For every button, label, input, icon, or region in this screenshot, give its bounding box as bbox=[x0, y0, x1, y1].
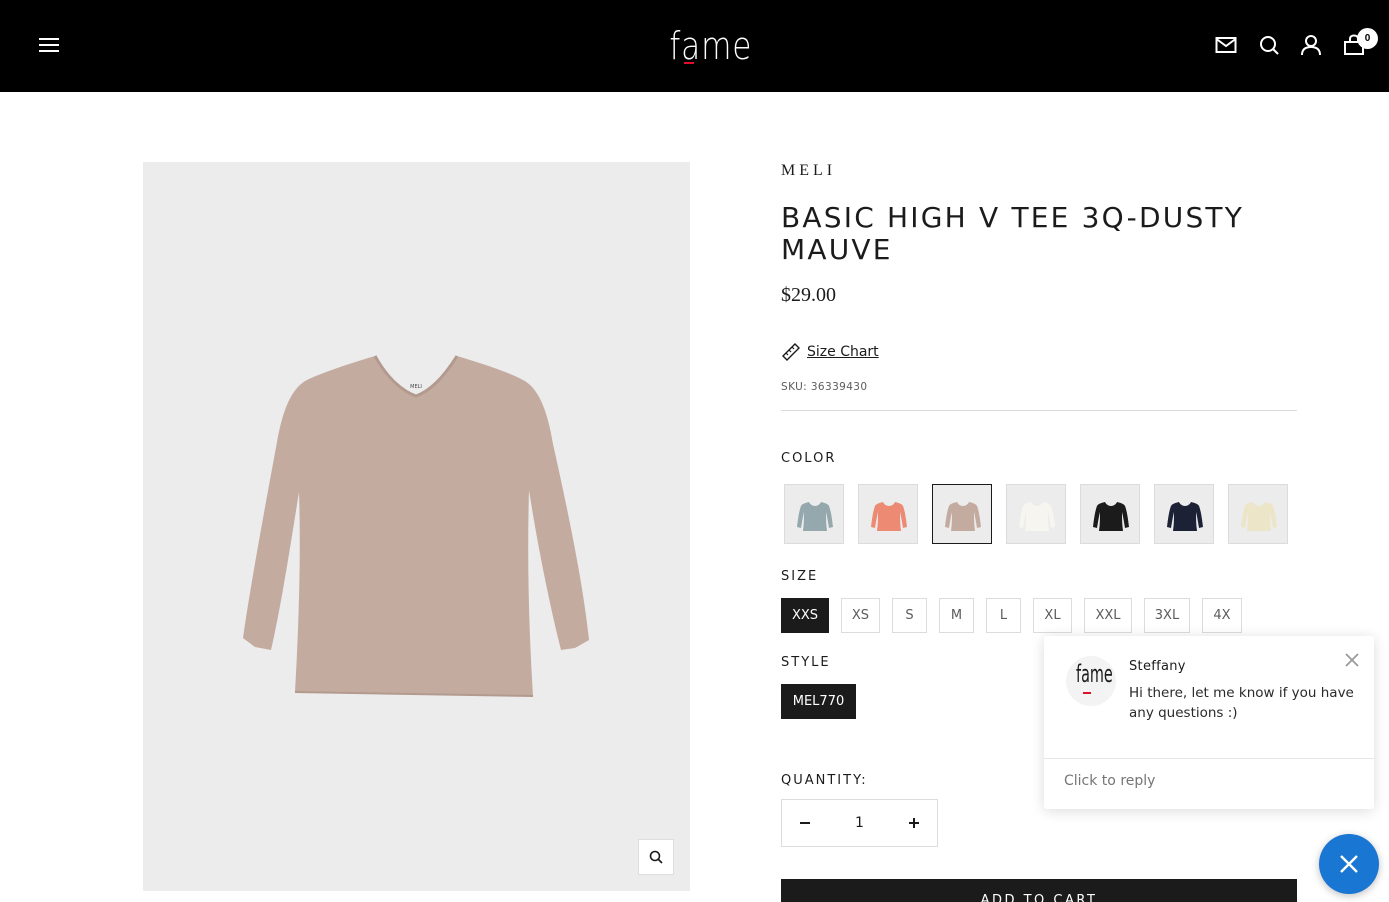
close-icon bbox=[1345, 653, 1359, 667]
size-option-3xl[interactable]: 3XL bbox=[1144, 598, 1190, 633]
chat-reply-input[interactable] bbox=[1064, 773, 1354, 789]
agent-avatar: fame bbox=[1066, 656, 1116, 706]
zoom-button[interactable] bbox=[638, 839, 674, 875]
menu-icon[interactable] bbox=[39, 38, 59, 53]
chat-divider bbox=[1044, 758, 1374, 759]
zoom-icon bbox=[649, 850, 663, 864]
style-label: STYLE bbox=[781, 655, 831, 670]
quantity-increase-button[interactable] bbox=[891, 800, 937, 846]
product-sku: SKU: 36339430 bbox=[781, 381, 868, 393]
chat-popup: fame Steffany Hi there, let me know if y… bbox=[1044, 636, 1374, 809]
chat-close-button[interactable] bbox=[1342, 650, 1362, 670]
close-icon bbox=[1340, 855, 1358, 873]
site-logo[interactable]: fame bbox=[662, 24, 753, 68]
swatch-tshirt bbox=[1167, 502, 1203, 531]
quantity-decrease-button[interactable] bbox=[782, 800, 828, 846]
style-option-button[interactable]: MEL770 bbox=[781, 684, 856, 719]
account-icon[interactable] bbox=[1300, 34, 1322, 56]
garment-tag: MELI bbox=[410, 384, 422, 390]
swatch-tshirt bbox=[945, 502, 981, 531]
swatch-tshirt bbox=[797, 502, 833, 531]
product-vendor[interactable]: MELI bbox=[781, 162, 836, 180]
agent-name: Steffany bbox=[1129, 659, 1186, 674]
plus-icon bbox=[909, 818, 919, 828]
color-swatch-white[interactable] bbox=[1006, 484, 1066, 544]
search-icon[interactable] bbox=[1258, 34, 1280, 56]
site-header: fame 0 bbox=[0, 0, 1389, 92]
avatar-logo-accent bbox=[1083, 692, 1091, 694]
color-swatch-black[interactable] bbox=[1080, 484, 1140, 544]
size-label: SIZE bbox=[781, 569, 819, 584]
add-to-cart-button[interactable]: ADD TO CART bbox=[781, 879, 1297, 902]
product-price: $29.00 bbox=[781, 284, 836, 306]
color-swatch-dusty-mauve[interactable] bbox=[932, 484, 992, 544]
product-title: BASIC HIGH V TEE 3Q-DUSTY MAUVE bbox=[781, 201, 1245, 266]
minus-icon bbox=[800, 822, 810, 824]
color-swatch-cream[interactable] bbox=[1228, 484, 1288, 544]
size-chart-link[interactable]: Size Chart bbox=[781, 341, 879, 363]
product-photo-tshirt: MELI bbox=[243, 355, 589, 697]
ruler-icon bbox=[782, 343, 800, 361]
size-option-m[interactable]: M bbox=[939, 598, 974, 633]
chat-toggle-button[interactable] bbox=[1319, 834, 1379, 894]
size-option-xxs[interactable]: XXS bbox=[781, 598, 829, 633]
product-image[interactable]: MELI bbox=[143, 162, 690, 891]
quantity-stepper: 1 bbox=[781, 799, 938, 847]
quantity-input[interactable]: 1 bbox=[828, 800, 891, 846]
mail-icon[interactable] bbox=[1215, 34, 1237, 56]
color-swatch-blue-grey[interactable] bbox=[784, 484, 844, 544]
avatar-logo-text: fame bbox=[1076, 660, 1113, 688]
swatch-tshirt bbox=[871, 502, 907, 531]
size-option-4x[interactable]: 4X bbox=[1202, 598, 1242, 633]
color-swatch-navy[interactable] bbox=[1154, 484, 1214, 544]
size-option-s[interactable]: S bbox=[892, 598, 927, 633]
color-label: COLOR bbox=[781, 451, 837, 466]
divider bbox=[781, 410, 1297, 411]
size-option-xs[interactable]: XS bbox=[841, 598, 880, 633]
logo-text: fame bbox=[669, 24, 753, 68]
size-option-xl[interactable]: XL bbox=[1033, 598, 1072, 633]
size-option-l[interactable]: L bbox=[986, 598, 1021, 633]
swatch-tshirt bbox=[1093, 502, 1129, 531]
size-chart-label[interactable]: Size Chart bbox=[807, 344, 879, 360]
size-option-xxl[interactable]: XXL bbox=[1084, 598, 1132, 633]
logo-accent bbox=[684, 62, 694, 64]
cart-count-badge: 0 bbox=[1357, 28, 1378, 49]
quantity-label: QUANTITY: bbox=[781, 773, 868, 788]
chat-message: Hi there, let me know if you have any qu… bbox=[1129, 685, 1354, 721]
swatch-tshirt bbox=[1241, 502, 1277, 531]
swatch-tshirt bbox=[1019, 502, 1055, 531]
color-swatch-coral[interactable] bbox=[858, 484, 918, 544]
